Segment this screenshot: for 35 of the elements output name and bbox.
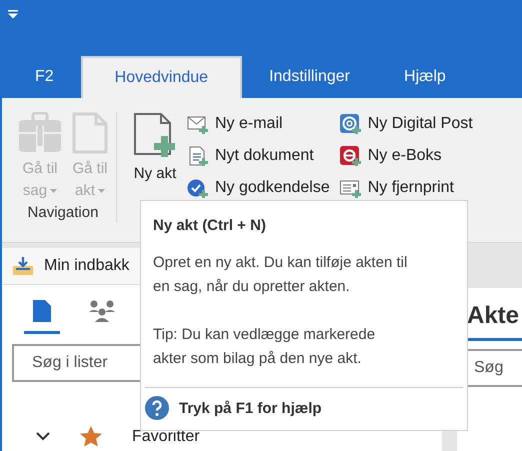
people-icon: [88, 299, 116, 323]
ribbon-tab[interactable]: Indstillinger: [242, 56, 378, 98]
caret-icon: [98, 189, 105, 194]
ribbon-tab[interactable]: Hjælp: [377, 56, 473, 98]
ribbon-button[interactable]: Ny Digital Post: [340, 112, 473, 136]
inbox-icon: [12, 256, 34, 276]
printer-card-icon: [340, 178, 362, 198]
tooltip-title: Ny akt (Ctrl + N): [153, 217, 267, 234]
ribbon-tab[interactable]: Hovedvindue: [80, 56, 242, 98]
new-record-button[interactable]: Ny akt: [133, 112, 177, 186]
ribbon-button[interactable]: Ny e-mail: [187, 112, 330, 136]
briefcase-icon: [18, 112, 62, 154]
help-hint: Tryk på F1 for hjælp: [179, 400, 322, 416]
help-icon: [145, 396, 169, 420]
new-document-icon: [133, 112, 177, 158]
ribbon-button[interactable]: Ny godkendelse: [187, 176, 330, 200]
document-icon: [32, 299, 52, 323]
tree-item[interactable]: Favoritter: [36, 426, 442, 447]
pane-title: Min indbakk: [44, 257, 130, 275]
star-icon: [80, 426, 102, 447]
view-tab[interactable]: [24, 299, 60, 334]
ribbon-tab[interactable]: F2: [8, 56, 81, 98]
checkmark-icon: [187, 178, 209, 198]
document-icon: [72, 112, 108, 154]
group-label: Navigation: [28, 204, 98, 221]
quick-access-menu-icon[interactable]: [8, 10, 18, 19]
document-icon: [187, 146, 209, 166]
ribbon-button[interactable]: Ny e-Boks: [340, 144, 473, 168]
envelope-icon: [187, 114, 209, 134]
caret-icon: [50, 189, 58, 194]
tooltip-text: Tip: Du kan vedlægge markerede akter som bilag på den nye akt.: [153, 325, 376, 369]
ribbon-button[interactable]: Ny fjernprint: [340, 176, 473, 200]
tooltip-text: Opret en ny akt. Du kan tilføje akten til en sag, når du opretter akten.: [153, 253, 408, 297]
e-badge-icon: [340, 146, 362, 166]
ribbon-button[interactable]: Nyt dokument: [187, 144, 330, 168]
